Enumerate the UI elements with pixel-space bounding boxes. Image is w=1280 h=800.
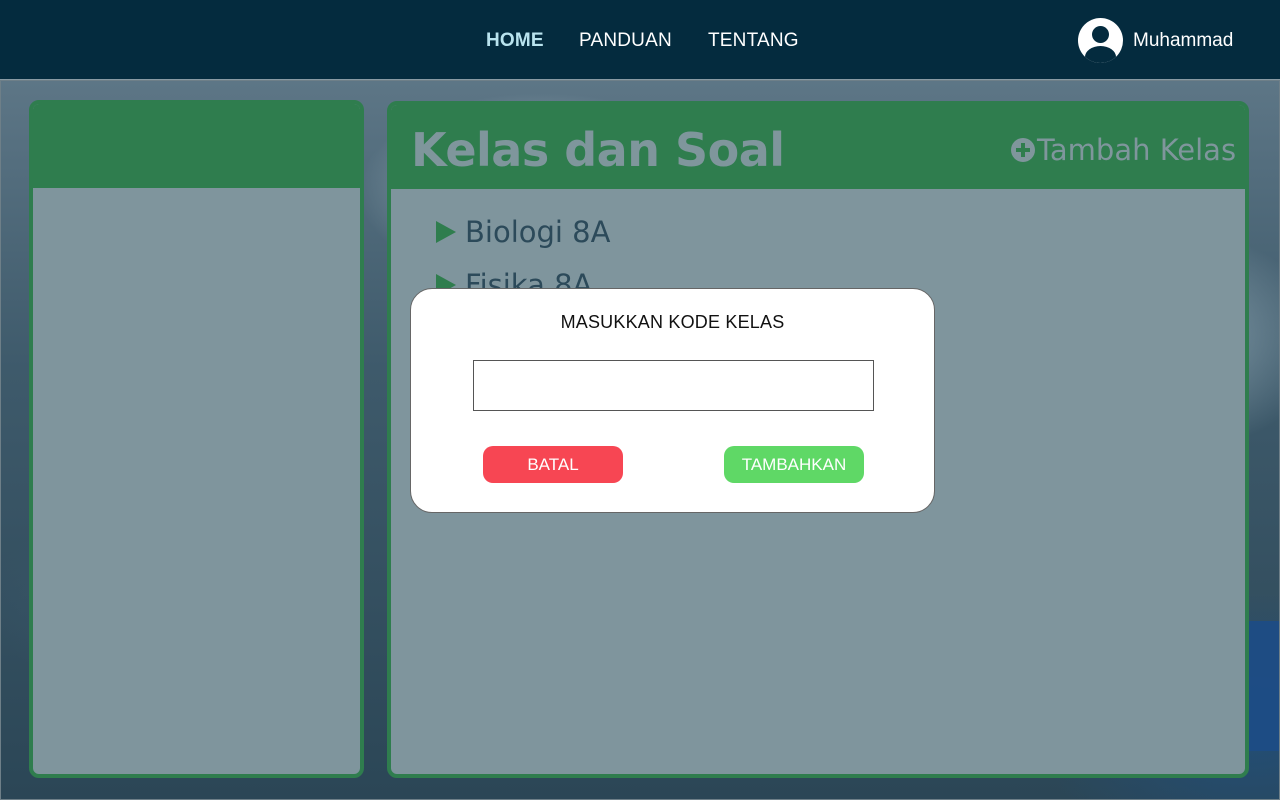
class-code-dialog: MASUKKAN KODE KELAS BATAL TAMBAHKAN [410,288,935,513]
cancel-button[interactable]: BATAL [483,446,623,483]
nav-item-panduan[interactable]: PANDUAN [579,30,672,52]
add-button[interactable]: TAMBAHKAN [724,446,864,483]
class-item-biologi-8a[interactable]: Biologi 8A [436,205,610,258]
triangle-right-icon[interactable] [436,220,456,243]
page-title: Kelas dan Soal [411,123,785,177]
top-navigation-bar: HOME PANDUAN TENTANG Muhammad [0,0,1280,80]
class-code-input[interactable] [473,360,874,411]
add-class-label[interactable]: Tambah Kelas [1037,133,1236,167]
nav-item-tentang[interactable]: TENTANG [708,30,799,52]
left-sidebar-panel [29,100,364,778]
dialog-title: MASUKKAN KODE KELAS [560,312,785,332]
add-class-button[interactable]: Tambah Kelas [1011,133,1236,167]
plus-circle-icon[interactable] [1011,138,1035,162]
user-menu[interactable]: Muhammad [1078,18,1233,63]
class-item-label[interactable]: Biologi 8A [465,215,610,249]
user-avatar-icon[interactable] [1078,18,1123,63]
nav-item-home[interactable]: HOME [486,30,544,52]
sidebar-header [33,104,360,188]
username-label[interactable]: Muhammad [1133,30,1233,52]
class-panel-header: Kelas dan Soal Tambah Kelas [391,105,1245,189]
